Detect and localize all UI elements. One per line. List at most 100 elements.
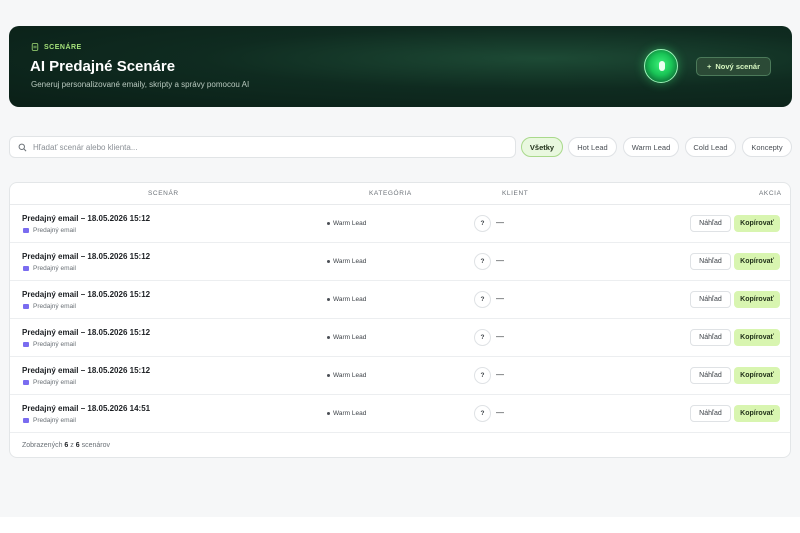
new-scenario-label: Nový scenár: [715, 62, 760, 71]
client-avatar: ?: [474, 215, 491, 232]
scenario-type-label: Predajný email: [33, 379, 76, 386]
preview-button[interactable]: Náhľad: [690, 215, 731, 232]
client-name: —: [496, 218, 504, 227]
new-scenario-button[interactable]: + Nový scenár: [696, 57, 771, 76]
filter-drafts[interactable]: Koncepty: [742, 137, 792, 157]
scenario-type: Predajný email: [23, 265, 76, 272]
scenario-type-label: Predajný email: [33, 303, 76, 310]
client-avatar: ?: [474, 291, 491, 308]
table-row[interactable]: Predajný email – 18.05.2026 15:12 Predaj…: [10, 357, 790, 395]
preview-button[interactable]: Náhľad: [690, 329, 731, 346]
search-bar[interactable]: [9, 136, 516, 158]
hero-tag-label: SCENÁRE: [44, 43, 82, 51]
table-row[interactable]: Predajný email – 18.05.2026 15:12 Predaj…: [10, 243, 790, 281]
footer-shown-count: 6: [64, 442, 69, 449]
bullet-icon: [327, 298, 330, 301]
category-label: Warm Lead: [333, 334, 367, 341]
page-title: AI Predajné Scenáre: [30, 58, 176, 75]
mail-icon: [23, 418, 29, 423]
copy-button[interactable]: Kopírovať: [734, 291, 780, 308]
client-avatar: ?: [474, 367, 491, 384]
scenario-type: Predajný email: [23, 303, 76, 310]
category-badge: Warm Lead: [327, 410, 366, 417]
header-category: KATEGÓRIA: [369, 190, 412, 197]
bullet-icon: [327, 374, 330, 377]
preview-button[interactable]: Náhľad: [690, 367, 731, 384]
category-label: Warm Lead: [333, 296, 367, 303]
scenario-type: Predajný email: [23, 227, 76, 234]
category-label: Warm Lead: [333, 258, 367, 265]
table-row[interactable]: Predajný email – 18.05.2026 15:12 Predaj…: [10, 281, 790, 319]
scenarios-table: SCENÁR KATEGÓRIA KLIENT AKCIA Predajný e…: [9, 182, 791, 458]
category-badge: Warm Lead: [327, 258, 366, 265]
mail-icon: [23, 380, 29, 385]
footer-middle: z: [70, 442, 74, 449]
footer-suffix: scenárov: [81, 442, 110, 449]
category-label: Warm Lead: [333, 220, 367, 227]
preview-button[interactable]: Náhľad: [690, 405, 731, 422]
orb-highlight: [659, 61, 665, 71]
hero-tag: SCENÁRE: [31, 43, 82, 51]
table-row[interactable]: Predajný email – 18.05.2026 15:12 Predaj…: [10, 205, 790, 243]
mail-icon: [23, 304, 29, 309]
client-name: —: [496, 294, 504, 303]
header-action: AKCIA: [759, 190, 782, 197]
category-badge: Warm Lead: [327, 296, 366, 303]
copy-button[interactable]: Kopírovať: [734, 215, 780, 232]
client-avatar: ?: [474, 405, 491, 422]
scenario-type: Predajný email: [23, 379, 76, 386]
scenario-title: Predajný email – 18.05.2026 15:12: [22, 214, 151, 223]
scenario-title: Predajný email – 18.05.2026 15:12: [22, 252, 151, 261]
search-input[interactable]: [33, 142, 493, 152]
mail-icon: [23, 342, 29, 347]
search-icon: [18, 143, 27, 151]
category-badge: Warm Lead: [327, 372, 366, 379]
filter-cold-lead[interactable]: Cold Lead: [685, 137, 736, 157]
mail-icon: [23, 266, 29, 271]
header-client: KLIENT: [502, 190, 529, 197]
filter-warm-lead[interactable]: Warm Lead: [623, 137, 679, 157]
header-scenario: SCENÁR: [148, 190, 179, 197]
preview-button[interactable]: Náhľad: [690, 253, 731, 270]
scenario-type-label: Predajný email: [33, 341, 76, 348]
copy-button[interactable]: Kopírovať: [734, 405, 780, 422]
filter-all[interactable]: Všetky: [521, 137, 563, 157]
client-avatar: ?: [474, 253, 491, 270]
page-background: SCENÁRE AI Predajné Scenáre Generuj pers…: [0, 0, 800, 517]
client-name: —: [496, 332, 504, 341]
ai-orb-logo: [644, 49, 678, 83]
preview-button[interactable]: Náhľad: [690, 291, 731, 308]
table-row[interactable]: Predajný email – 18.05.2026 15:12 Predaj…: [10, 319, 790, 357]
bullet-icon: [327, 336, 330, 339]
scenario-type: Predajný email: [23, 417, 76, 424]
scenario-type-label: Predajný email: [33, 417, 76, 424]
bullet-icon: [327, 222, 330, 225]
category-badge: Warm Lead: [327, 220, 366, 227]
footer-total-count: 6: [75, 442, 80, 449]
scenario-title: Predajný email – 18.05.2026 14:51: [22, 404, 151, 413]
hero-banner: SCENÁRE AI Predajné Scenáre Generuj pers…: [9, 26, 792, 107]
filter-hot-lead[interactable]: Hot Lead: [568, 137, 617, 157]
scenario-title: Predajný email – 18.05.2026 15:12: [22, 366, 151, 375]
document-icon: [31, 43, 39, 51]
category-badge: Warm Lead: [327, 334, 366, 341]
category-label: Warm Lead: [333, 372, 367, 379]
client-avatar: ?: [474, 329, 491, 346]
client-name: —: [496, 408, 504, 417]
mail-icon: [23, 228, 29, 233]
table-row[interactable]: Predajný email – 18.05.2026 14:51 Predaj…: [10, 395, 790, 433]
scenario-title: Predajný email – 18.05.2026 15:12: [22, 290, 151, 299]
copy-button[interactable]: Kopírovať: [734, 367, 780, 384]
table-footer: Zobrazených 6 z 6 scenárov: [22, 442, 110, 449]
scenario-title: Predajný email – 18.05.2026 15:12: [22, 328, 151, 337]
client-name: —: [496, 256, 504, 265]
copy-button[interactable]: Kopírovať: [734, 329, 780, 346]
bullet-icon: [327, 260, 330, 263]
scenario-type: Predajný email: [23, 341, 76, 348]
client-name: —: [496, 370, 504, 379]
scenario-type-label: Predajný email: [33, 227, 76, 234]
plus-icon: +: [707, 62, 712, 71]
copy-button[interactable]: Kopírovať: [734, 253, 780, 270]
page-subtitle: Generuj personalizované emaily, skripty …: [31, 80, 250, 89]
table-header: SCENÁR KATEGÓRIA KLIENT AKCIA: [10, 183, 790, 205]
